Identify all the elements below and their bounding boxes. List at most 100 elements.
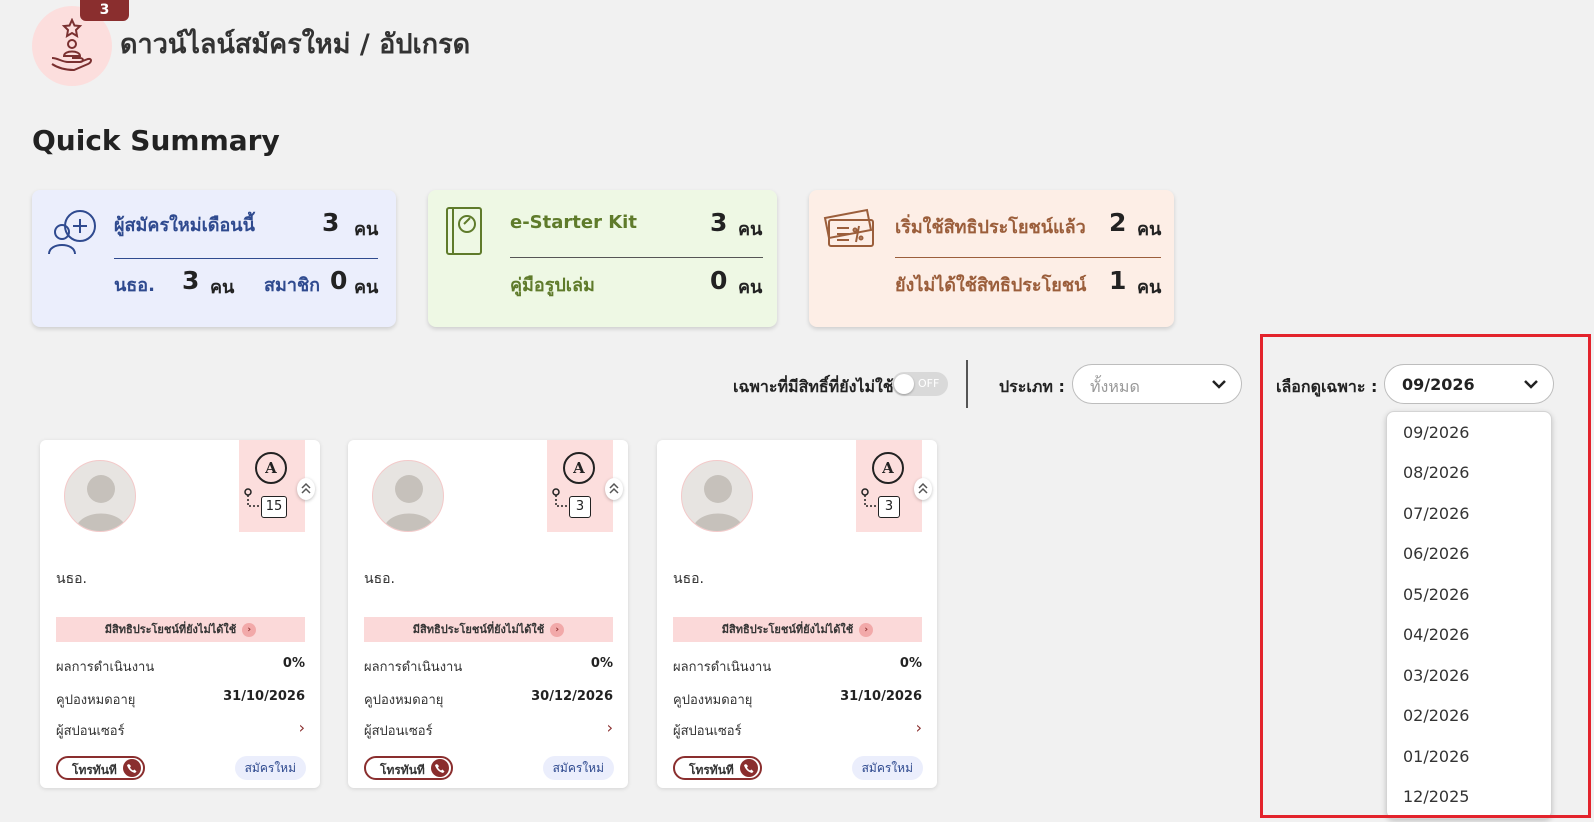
sponsor-label: ผู้สปอนเซอร์ <box>673 724 742 739</box>
hand-star-person-icon <box>51 18 92 72</box>
starter-kit-value: 3 <box>710 208 728 237</box>
month-option[interactable]: 02/2026 <box>1403 706 1469 725</box>
filter-divider <box>966 360 968 408</box>
coupon-expiry-label: คูปองหมดอายุ <box>56 693 136 708</box>
divider <box>510 257 763 258</box>
unused-benefits-toggle-label: เฉพาะที่มีสิทธิ์ที่ยังไม่ใช้ <box>733 377 894 396</box>
month-option[interactable]: 03/2026 <box>1403 666 1469 685</box>
coupon-expiry-row: คูปองหมดอายุ 31/10/2026 <box>56 689 305 710</box>
benefits-unused-label: ยังไม่ได้ใช้สิทธิประโยชน์ <box>895 275 1087 296</box>
status-badge: สมัครใหม่ <box>851 756 923 780</box>
grade-badge: A <box>255 452 287 484</box>
month-option[interactable]: 06/2026 <box>1403 544 1469 563</box>
level-badge: 15 <box>261 496 287 518</box>
month-dropdown-menu: 09/2026 08/2026 07/2026 06/2026 05/2026 … <box>1386 411 1552 819</box>
month-option[interactable]: 05/2026 <box>1403 585 1469 604</box>
collapse-button[interactable] <box>297 478 315 500</box>
call-now-label: โทรทันที <box>72 763 117 777</box>
double-chevron-up-icon <box>301 482 311 494</box>
coupon-expiry-value: 30/12/2026 <box>531 689 613 704</box>
member-rank-tag: A 15 <box>239 440 305 532</box>
chevron-right-icon: › <box>298 718 305 737</box>
book-icon <box>446 207 482 255</box>
starter-kit-label: e-Starter Kit <box>510 212 637 233</box>
new-members-label: ผู้สมัครใหม่เดือนนี้ <box>114 215 255 236</box>
sponsor-label: ผู้สปอนเซอร์ <box>364 724 433 739</box>
chevron-right-icon: › <box>915 718 922 737</box>
performance-label: ผลการดำเนินงาน <box>56 660 155 675</box>
summary-card-new-members: ผู้สมัครใหม่เดือนนี้ 3 คน นธอ. 3 คน สมาช… <box>32 190 396 327</box>
divider <box>114 258 378 259</box>
type-filter-label: ประเภท : <box>999 377 1065 396</box>
chevron-right-icon: › <box>550 623 565 637</box>
performance-value: 0% <box>590 656 613 671</box>
performance-value: 0% <box>282 656 305 671</box>
call-now-label: โทรทันที <box>380 763 425 777</box>
chevron-right-icon: › <box>242 623 257 637</box>
avatar <box>64 460 136 532</box>
phone-icon <box>740 759 758 777</box>
coupon-expiry-label: คูปองหมดอายุ <box>673 693 753 708</box>
sponsor-row[interactable]: ผู้สปอนเซอร์ › <box>364 718 613 741</box>
unused-benefit-alert[interactable]: มีสิทธิประโยชน์ที่ยังไม่ได้ใช้ › <box>56 617 305 642</box>
member-card[interactable]: A 3 นธอ. มีสิทธิประโยชน์ที่ยังไม่ได้ใช้ ›… <box>348 440 628 788</box>
sub-members-unit-2: คน <box>354 277 379 298</box>
month-select[interactable]: 09/2026 <box>1384 364 1554 404</box>
toggle-state: OFF <box>918 377 940 390</box>
coupon-icon <box>823 208 874 247</box>
user-silhouette-icon <box>692 475 744 531</box>
member-card[interactable]: A 15 นธอ. มีสิทธิประโยชน์ที่ยังไม่ได้ใช้… <box>40 440 320 788</box>
month-option[interactable]: 07/2026 <box>1403 504 1469 523</box>
alert-text: มีสิทธิประโยชน์ที่ยังไม่ได้ใช้ <box>104 623 237 636</box>
manual-book-unit: คน <box>738 277 763 298</box>
call-now-button[interactable]: โทรทันที <box>364 756 453 780</box>
benefits-unused-unit: คน <box>1137 277 1162 298</box>
chevron-right-icon: › <box>859 623 874 637</box>
unused-benefits-toggle[interactable]: OFF <box>892 372 948 396</box>
quick-summary-title: Quick Summary <box>32 124 280 157</box>
month-option[interactable]: 08/2026 <box>1403 463 1469 482</box>
sub-members-unit-1: คน <box>210 277 235 298</box>
page-title: ดาวน์ไลน์สมัครใหม่ / อัปเกรด <box>120 29 471 60</box>
call-now-button[interactable]: โทรทันที <box>56 756 145 780</box>
starter-kit-unit: คน <box>738 219 763 240</box>
avatar <box>372 460 444 532</box>
call-now-button[interactable]: โทรทันที <box>673 756 762 780</box>
month-filter-label: เลือกดูเฉพาะ : <box>1276 377 1378 396</box>
type-select-value: ทั้งหมด <box>1090 377 1140 396</box>
sub-members-value-2: 0 <box>330 266 348 295</box>
sponsor-row[interactable]: ผู้สปอนเซอร์ › <box>56 718 305 741</box>
coupon-expiry-value: 31/10/2026 <box>840 689 922 704</box>
benefits-unused-value: 1 <box>1109 266 1127 295</box>
add-user-icon <box>48 210 96 255</box>
member-role: นธอ. <box>56 571 87 587</box>
month-option[interactable]: 09/2026 <box>1403 423 1469 442</box>
collapse-button[interactable] <box>914 478 932 500</box>
new-members-unit: คน <box>354 219 379 240</box>
level-badge: 3 <box>569 496 591 518</box>
type-select[interactable]: ทั้งหมด <box>1072 364 1242 404</box>
month-option[interactable]: 01/2026 <box>1403 747 1469 766</box>
phone-icon <box>431 759 449 777</box>
grade-badge: A <box>563 452 595 484</box>
user-silhouette-icon <box>75 475 127 531</box>
month-option[interactable]: 12/2025 <box>1403 787 1469 806</box>
unused-benefit-alert[interactable]: มีสิทธิประโยชน์ที่ยังไม่ได้ใช้ › <box>364 617 613 642</box>
toggle-knob <box>894 374 914 394</box>
unused-benefit-alert[interactable]: มีสิทธิประโยชน์ที่ยังไม่ได้ใช้ › <box>673 617 922 642</box>
member-card[interactable]: A 3 นธอ. มีสิทธิประโยชน์ที่ยังไม่ได้ใช้ ›… <box>657 440 937 788</box>
month-option[interactable]: 04/2026 <box>1403 625 1469 644</box>
summary-card-starter-kit: e-Starter Kit 3 คน คู่มือรูปเล่ม 0 คน <box>428 190 777 327</box>
member-role: นธอ. <box>364 571 395 587</box>
sponsor-row[interactable]: ผู้สปอนเซอร์ › <box>673 718 922 741</box>
performance-value: 0% <box>899 656 922 671</box>
performance-row: ผลการดำเนินงาน 0% <box>364 656 613 677</box>
performance-row: ผลการดำเนินงาน 0% <box>673 656 922 677</box>
collapse-button[interactable] <box>605 478 623 500</box>
chevron-down-icon <box>1524 380 1538 389</box>
sub-members-label-2: สมาชิก <box>264 275 321 296</box>
coupon-expiry-value: 31/10/2026 <box>223 689 305 704</box>
alert-text: มีสิทธิประโยชน์ที่ยังไม่ได้ใช้ <box>412 623 545 636</box>
sub-members-label-1: นธอ. <box>114 275 155 296</box>
call-now-label: โทรทันที <box>689 763 734 777</box>
